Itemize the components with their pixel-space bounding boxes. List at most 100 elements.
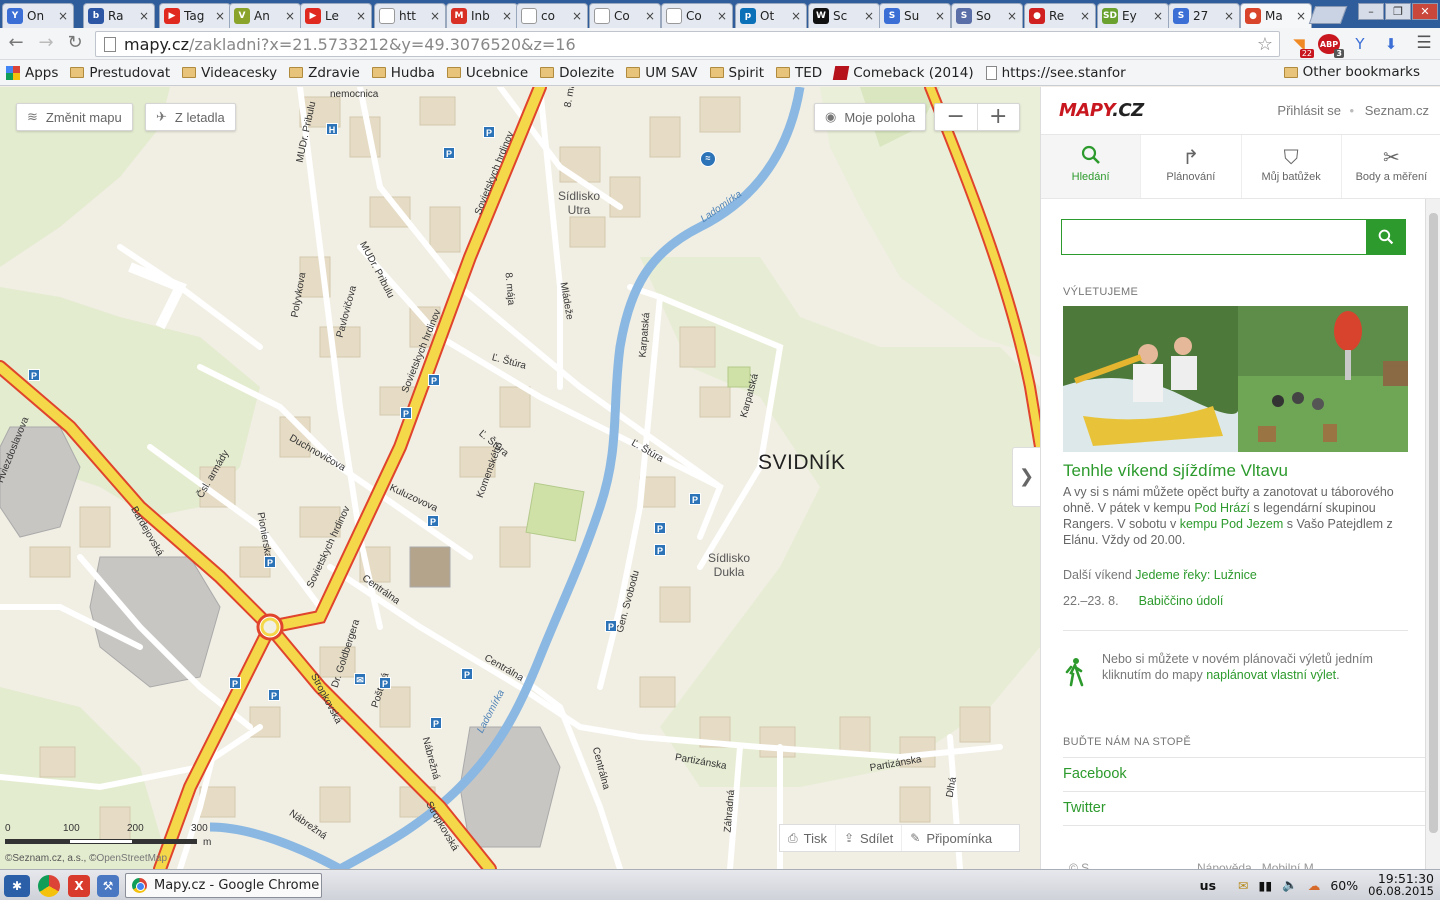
volume-icon[interactable]: 🔈 <box>1282 877 1298 893</box>
download-icon[interactable]: ⬇ <box>1380 34 1402 54</box>
date-link[interactable]: Babiččino údolí <box>1139 594 1224 608</box>
parking-icon[interactable]: P <box>430 717 442 729</box>
parking-icon[interactable]: P <box>268 689 280 701</box>
post-office-icon[interactable]: ✉ <box>354 673 366 685</box>
search-input[interactable] <box>1062 220 1366 254</box>
copyright-osm[interactable]: OpenStreetMap <box>96 853 167 864</box>
scrollbar-thumb[interactable] <box>1429 213 1438 833</box>
tab-measure[interactable]: ✂ Body a měření <box>1342 135 1440 198</box>
app-launcher-icon[interactable]: ⚒ <box>97 875 119 897</box>
mail-icon[interactable]: ✉ <box>1238 878 1248 893</box>
parking-icon[interactable]: P <box>483 126 495 138</box>
search-button[interactable] <box>1366 220 1405 254</box>
weather-icon[interactable]: ☁ <box>1308 878 1321 893</box>
browser-tab[interactable]: ▶ Tag × <box>159 3 231 28</box>
forward-button[interactable]: → <box>34 33 58 55</box>
collapse-sidebar-button[interactable]: ❯ <box>1012 447 1040 507</box>
copyright-seznam[interactable]: ©Seznam.cz, a.s. <box>5 853 84 864</box>
close-tab-icon[interactable]: × <box>138 9 150 23</box>
close-tab-icon[interactable]: × <box>790 9 802 23</box>
browser-tab[interactable]: V An × <box>229 3 301 28</box>
battery-level[interactable]: 60% <box>1330 878 1358 893</box>
close-tab-icon[interactable]: × <box>644 9 656 23</box>
promo-image[interactable] <box>1063 306 1408 452</box>
other-bookmarks[interactable]: Other bookmarks <box>1283 64 1420 80</box>
office-launcher-icon[interactable]: X <box>68 875 90 897</box>
start-menu-icon[interactable]: ✱ <box>4 875 30 897</box>
share-button[interactable]: ⇪ Sdílet <box>836 825 903 851</box>
browser-tab[interactable]: Y On × <box>2 3 74 28</box>
tab-backpack[interactable]: ⛉ Můj batůžek <box>1242 135 1342 198</box>
close-tab-icon[interactable]: × <box>355 9 367 23</box>
close-tab-icon[interactable]: × <box>1295 9 1307 23</box>
window-close-button[interactable]: ✕ <box>1412 3 1438 20</box>
bookmark-item[interactable]: Prestudovat <box>70 65 170 81</box>
promo-link-pod-hrazi[interactable]: Pod Hrází <box>1194 501 1250 515</box>
zoom-out-button[interactable]: − <box>935 104 978 130</box>
browser-tab[interactable]: Co × <box>661 3 733 28</box>
bookmark-item[interactable]: Dolezite <box>540 65 614 81</box>
browser-tab[interactable]: b Ra × <box>83 3 155 28</box>
taskbar-window-chrome[interactable]: Mapy.cz - Google Chrome <box>125 873 322 898</box>
close-tab-icon[interactable]: × <box>716 9 728 23</box>
aerial-view-button[interactable]: ✈ Z letadla <box>145 103 236 131</box>
menu-icon[interactable]: ☰ <box>1412 33 1436 55</box>
print-button[interactable]: ⎙ Tisk <box>780 825 836 851</box>
twitter-link[interactable]: Twitter <box>1063 800 1106 816</box>
new-tab-button[interactable] <box>1308 6 1348 24</box>
tab-search[interactable]: Hledání <box>1041 135 1142 198</box>
browser-tab[interactable]: M Inb × <box>446 3 518 28</box>
tab-planning[interactable]: ↱ Plánování <box>1141 135 1242 198</box>
close-tab-icon[interactable]: × <box>429 9 441 23</box>
close-tab-icon[interactable]: × <box>571 9 583 23</box>
browser-tab[interactable]: ● Ma × <box>1240 3 1312 28</box>
footer-links[interactable]: Nápověda Mobilní M <box>1197 861 1314 869</box>
close-tab-icon[interactable]: × <box>284 9 296 23</box>
browser-tab[interactable]: SD Ey × <box>1097 3 1169 28</box>
facebook-link[interactable]: Facebook <box>1063 766 1127 782</box>
rss-icon[interactable]: ◥ 22 <box>1288 34 1314 58</box>
hospital-icon[interactable]: H <box>326 123 338 135</box>
address-bar[interactable]: mapy.cz/zakladni?x=21.5733212&y=49.30765… <box>95 31 1280 57</box>
network-icon[interactable]: ▮▮ <box>1259 878 1273 893</box>
bookmark-item[interactable]: UM SAV <box>626 65 698 81</box>
close-tab-icon[interactable]: × <box>934 9 946 23</box>
close-tab-icon[interactable]: × <box>1223 9 1235 23</box>
close-tab-icon[interactable]: × <box>214 9 226 23</box>
browser-tab[interactable]: co × <box>516 3 588 28</box>
parking-icon[interactable]: P <box>605 620 617 632</box>
browser-tab[interactable]: W Sc × <box>808 3 880 28</box>
map-canvas[interactable]: ≋ Změnit mapu ✈ Z letadla ◉ Moje poloha − +… <box>0 87 1040 869</box>
seznam-link[interactable]: Seznam.cz <box>1365 103 1429 118</box>
parking-icon[interactable]: P <box>264 556 276 568</box>
browser-tab[interactable]: S So × <box>951 3 1023 28</box>
change-map-button[interactable]: ≋ Změnit mapu <box>16 103 133 131</box>
parking-icon[interactable]: P <box>229 677 241 689</box>
close-tab-icon[interactable]: × <box>1152 9 1164 23</box>
close-tab-icon[interactable]: × <box>501 9 513 23</box>
close-tab-icon[interactable]: × <box>1006 9 1018 23</box>
reload-button[interactable]: ↻ <box>63 33 87 55</box>
zoom-in-button[interactable]: + <box>978 104 1020 130</box>
bookmark-star-icon[interactable]: ☆ <box>1257 34 1273 55</box>
browser-tab[interactable]: htt × <box>374 3 446 28</box>
report-button[interactable]: ✎ Připomínka <box>902 825 1000 851</box>
bookmark-item[interactable]: TED <box>776 65 822 81</box>
swimming-pool-icon[interactable]: ≈ <box>700 151 716 167</box>
browser-tab[interactable]: Co × <box>589 3 661 28</box>
hike-planner-link[interactable]: naplánovat vlastní výlet <box>1206 668 1336 682</box>
back-button[interactable]: ← <box>4 33 28 55</box>
parking-icon[interactable]: P <box>443 147 455 159</box>
keyboard-layout[interactable]: us <box>1200 878 1216 893</box>
window-minimize-button[interactable]: – <box>1358 3 1384 20</box>
parking-icon[interactable]: P <box>28 369 40 381</box>
parking-icon[interactable]: P <box>400 407 412 419</box>
login-link[interactable]: Přihlásit se <box>1277 103 1341 118</box>
parking-icon[interactable]: P <box>654 544 666 556</box>
close-tab-icon[interactable]: × <box>1079 9 1091 23</box>
my-location-button[interactable]: ◉ Moje poloha <box>814 103 927 131</box>
bookmark-item[interactable]: https://see.stanfor <box>985 65 1126 81</box>
parking-icon[interactable]: P <box>461 668 473 680</box>
browser-tab[interactable]: ▶ Le × <box>300 3 372 28</box>
chrome-launcher-icon[interactable] <box>38 875 60 897</box>
